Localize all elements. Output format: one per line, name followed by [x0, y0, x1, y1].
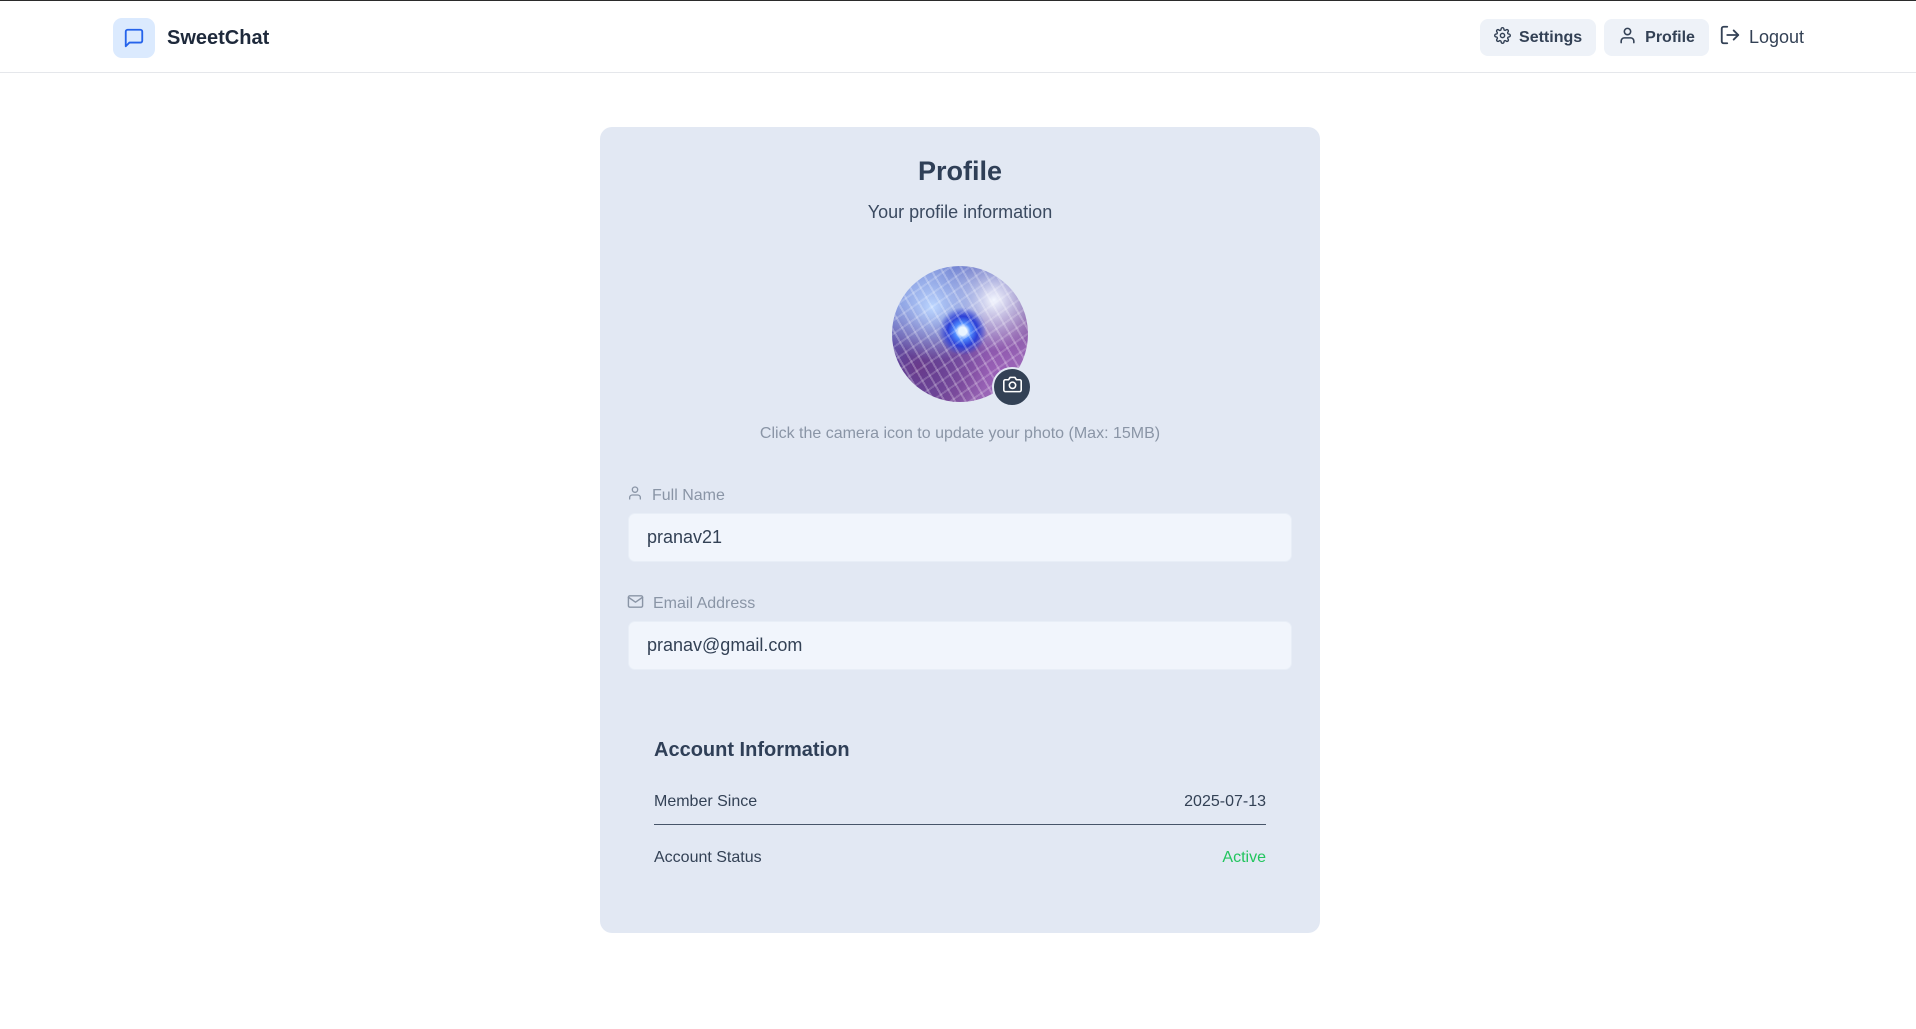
message-square-icon	[113, 18, 155, 58]
camera-icon	[1002, 375, 1022, 399]
page-subtitle: Your profile information	[867, 202, 1053, 222]
full-name-field[interactable]: pranav21	[628, 513, 1292, 562]
settings-button[interactable]: Settings	[1480, 19, 1597, 56]
user-icon	[627, 485, 643, 506]
camera-upload-button[interactable]	[992, 367, 1032, 407]
settings-label: Settings	[1519, 28, 1583, 46]
email-value: pranav@gmail.com	[647, 635, 803, 655]
gear-icon	[1494, 26, 1511, 49]
email-label-text: Email Address	[653, 595, 756, 612]
full-name-value: pranav21	[647, 527, 723, 547]
member-since-label: Member Since	[654, 793, 758, 810]
full-name-label: Full Name	[627, 485, 725, 506]
logout-button[interactable]: Logout	[1717, 19, 1812, 56]
account-status-label: Account Status	[654, 849, 762, 866]
profile-card: Profile Your profile information Click t…	[600, 127, 1320, 933]
profile-button[interactable]: Profile	[1604, 19, 1709, 56]
account-info-title: Account Information	[654, 739, 850, 761]
header-nav: Settings Profile Logout	[1480, 19, 1812, 56]
app-name: SweetChat	[167, 26, 270, 49]
full-name-label-text: Full Name	[652, 486, 725, 504]
status-badge: Active	[1222, 849, 1266, 866]
member-since-value: 2025-07-13	[1184, 793, 1266, 810]
email-label: Email Address	[627, 593, 755, 615]
member-since-row: Member Since 2025-07-13	[654, 793, 1266, 825]
logout-label: Logout	[1748, 27, 1804, 47]
mail-icon	[627, 593, 644, 615]
account-status-row: Account Status Active	[654, 849, 1266, 867]
page-title: Profile	[917, 156, 1003, 186]
photo-upload-hint: Click the camera icon to update your pho…	[759, 425, 1161, 442]
logout-icon	[1719, 24, 1741, 51]
user-icon	[1618, 26, 1637, 50]
brand-link[interactable]: SweetChat	[113, 18, 269, 58]
top-navbar: SweetChat Settings Profile Logout	[0, 1, 1916, 73]
email-field[interactable]: pranav@gmail.com	[628, 621, 1292, 670]
profile-label: Profile	[1645, 28, 1695, 46]
